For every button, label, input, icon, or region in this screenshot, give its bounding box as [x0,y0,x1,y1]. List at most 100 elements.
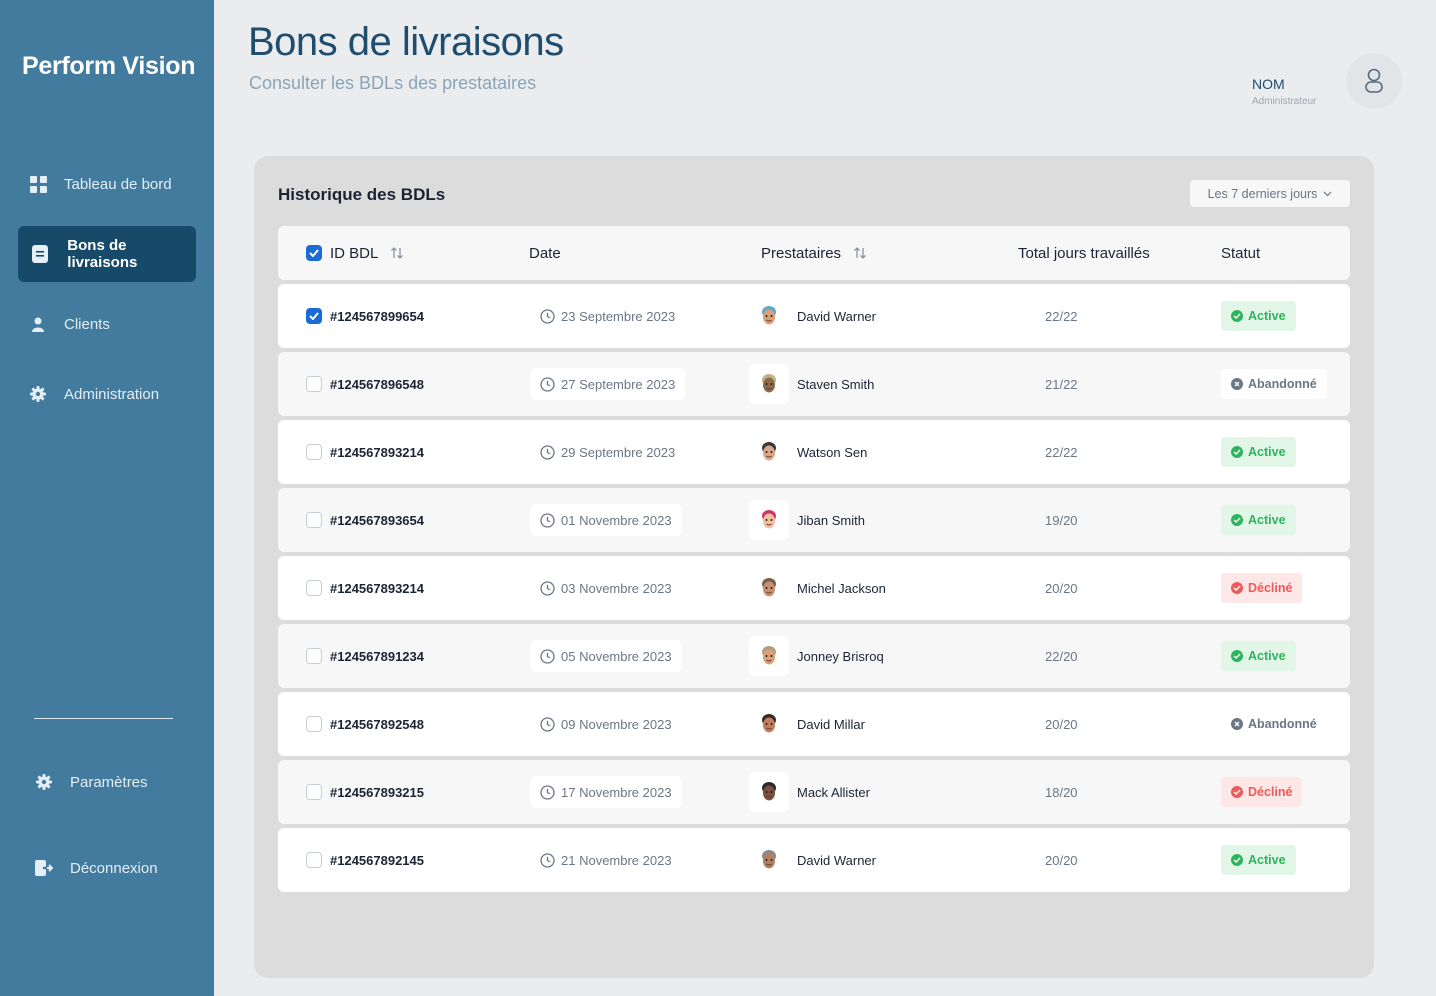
prestataire-avatar [749,296,789,336]
bdl-id: #124567893215 [330,784,424,800]
column-header-id[interactable]: ID BDL [330,226,404,280]
bdl-date: 03 Novembre 2023 [561,580,672,596]
x-circle-icon [1231,378,1243,390]
sidebar-item-administration[interactable]: Administration [18,366,196,422]
memoji-avatar-icon [762,442,776,461]
bdl-date: 09 Novembre 2023 [561,716,672,732]
status-label: Décliné [1248,785,1293,799]
prestataire-avatar [749,568,789,608]
bdl-id: #124567893214 [330,580,424,596]
sidebar-item-label: Administration [64,385,160,403]
row-checkbox[interactable] [306,308,322,324]
row-checkbox[interactable] [306,648,322,664]
sidebar-item-bons-de-livraisons[interactable]: Bons de livraisons [18,226,196,282]
bdl-id: #124567899654 [330,308,424,324]
bdl-date: 01 Novembre 2023 [561,512,672,528]
logout-icon [34,858,54,878]
clock-icon [540,852,555,868]
bdl-date: 21 Novembre 2023 [561,852,672,868]
bdl-date: 27 Septembre 2023 [561,376,676,392]
chevron-down-icon [1323,191,1332,196]
row-checkbox[interactable] [306,852,322,868]
sidebar-item-clients[interactable]: Clients [18,296,196,352]
table-row[interactable]: #124567892548 09 Novembre 2023 David Mil… [278,692,1350,756]
sidebar: Perform Vision Tableau de bord Bons de l… [0,0,214,996]
row-checkbox[interactable] [306,784,322,800]
sort-icon[interactable] [853,246,867,260]
table-row[interactable]: #124567893214 29 Septembre 2023 Watson S… [278,420,1350,484]
column-header-prestataires[interactable]: Prestataires [761,226,867,280]
date-pill: 01 Novembre 2023 [530,504,682,536]
check-circle-icon [1231,514,1243,526]
memoji-avatar-icon [762,578,776,597]
prestataire-name: David Warner [797,852,876,868]
status-badge: Abandonné [1221,369,1327,399]
row-checkbox[interactable] [306,512,322,528]
check-circle-icon [1231,854,1243,866]
sidebar-item-label: Bons de livraisons [67,237,138,271]
clock-icon [540,512,555,528]
status-badge: Active [1221,301,1296,331]
total-days: 20/20 [1045,580,1078,596]
clock-icon [540,784,555,800]
total-days: 21/22 [1045,376,1078,392]
document-icon [30,244,49,264]
total-days: 18/20 [1045,784,1078,800]
check-circle-icon [1231,582,1243,594]
period-filter-dropdown[interactable]: Les 7 derniers jours [1190,180,1350,207]
date-pill: 27 Septembre 2023 [530,368,686,400]
page-title: Bons de livraisons [248,20,564,64]
app-logo: Perform Vision [22,52,196,80]
user-icon [28,314,48,334]
row-checkbox[interactable] [306,444,322,460]
table-row[interactable]: #124567892145 21 Novembre 2023 David War… [278,828,1350,892]
clock-icon [540,308,555,324]
check-circle-icon [1231,786,1243,798]
prestataire-name: Jiban Smith [797,512,865,528]
date-pill: 29 Septembre 2023 [530,436,685,468]
row-checkbox[interactable] [306,376,322,392]
table-row[interactable]: #124567899654 23 Septembre 2023 David Wa… [278,284,1350,348]
gear-icon [34,772,54,792]
bdl-id: #124567892145 [330,852,424,868]
column-header-total: Total jours travaillés [1018,244,1150,262]
status-label: Active [1248,445,1286,459]
prestataire-avatar [749,772,789,812]
prestataire-name: Watson Sen [797,444,868,460]
user-outline-icon [1365,68,1383,93]
prestataire-name: David Warner [797,308,876,324]
row-checkbox[interactable] [306,716,322,732]
bdl-date: 05 Novembre 2023 [561,648,672,664]
sidebar-item-deconnexion[interactable]: Déconnexion [24,840,202,896]
prestataire-avatar [749,364,789,404]
avatar[interactable] [1346,53,1402,109]
bdl-id: #124567896548 [330,376,424,392]
bdl-date: 23 Septembre 2023 [561,308,676,324]
table-row[interactable]: #124567893654 01 Novembre 2023 Jiban Smi… [278,488,1350,552]
select-all-checkbox[interactable] [306,245,322,261]
check-circle-icon [1231,310,1243,322]
prestataire-avatar [749,500,789,540]
card-title: Historique des BDLs [278,185,446,204]
status-label: Active [1248,309,1286,323]
row-checkbox[interactable] [306,580,322,596]
status-badge: Active [1221,845,1296,875]
page-subtitle: Consulter les BDLs des prestataires [249,73,537,93]
sidebar-item-tableau-de-bord[interactable]: Tableau de bord [18,156,196,212]
clock-icon [540,648,555,664]
sidebar-item-label: Déconnexion [70,859,158,877]
table-row[interactable]: #124567893215 17 Novembre 2023 Mack Alli… [278,760,1350,824]
sidebar-item-parametres[interactable]: Paramètres [24,754,202,810]
table-row[interactable]: #124567896548 27 Septembre 2023 Staven S… [278,352,1350,416]
table-row[interactable]: #124567893214 03 Novembre 2023 Michel Ja… [278,556,1350,620]
memoji-avatar-icon [762,646,776,665]
prestataire-avatar [749,636,789,676]
status-badge: Décliné [1221,573,1303,603]
memoji-avatar-icon [762,510,776,529]
check-circle-icon [1231,446,1243,458]
bdl-date: 17 Novembre 2023 [561,784,672,800]
table-row[interactable]: #124567891234 05 Novembre 2023 Jonney Br… [278,624,1350,688]
user-role: Administrateur [1252,96,1317,107]
bdl-id: #124567893214 [330,444,424,460]
sort-icon[interactable] [390,246,404,260]
